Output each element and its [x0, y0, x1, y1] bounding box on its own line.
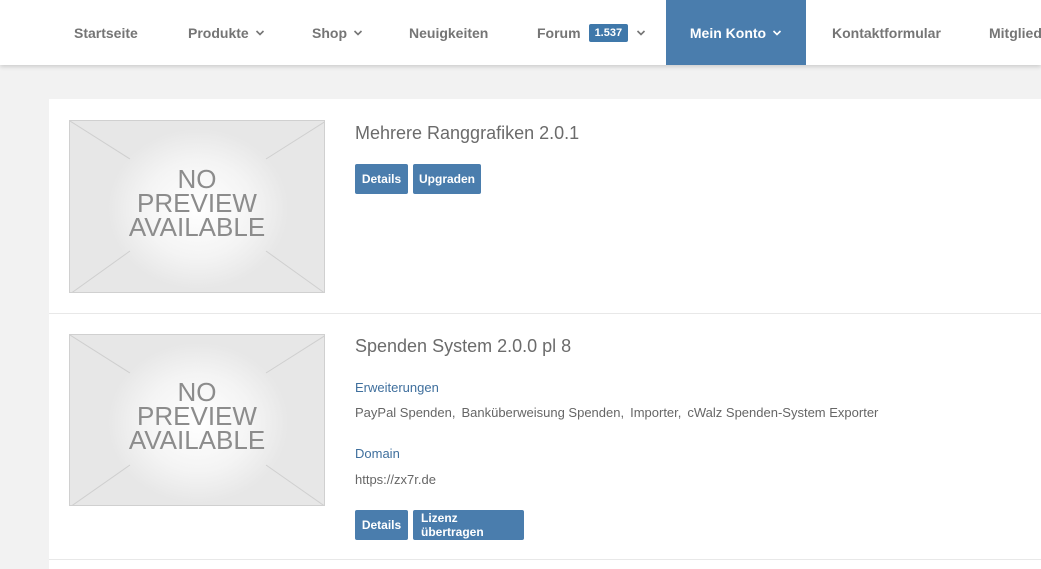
nav-label: Neuigkeiten: [409, 24, 489, 41]
extensions-list: PayPal Spenden, Banküberweisung Spenden, I…: [355, 405, 884, 420]
upgrade-button[interactable]: Upgraden: [413, 164, 481, 194]
nav-label: Kontaktformular: [832, 24, 941, 41]
nav-label: Startseite: [74, 24, 138, 41]
extension-item: Importer,: [630, 405, 682, 420]
product-title: Mehrere Ranggrafiken 2.0.1: [355, 123, 580, 143]
details-button[interactable]: Details: [355, 164, 408, 194]
extension-item: Banküberweisung Spenden,: [461, 405, 625, 420]
preview-text-line: AVAILABLE: [128, 212, 266, 242]
nav-item-neuigkeiten[interactable]: Neuigkeiten: [409, 0, 488, 65]
top-navigation: Startseite Produkte Shop Neuigkeiten For…: [0, 0, 1041, 65]
nav-label: Forum: [537, 24, 581, 41]
chevron-down-icon: [255, 29, 264, 36]
nav-item-shop[interactable]: Shop: [312, 0, 363, 65]
nav-item-kontaktformular[interactable]: Kontaktformular: [832, 0, 941, 65]
nav-label: Shop: [312, 24, 347, 41]
nav-item-produkte[interactable]: Produkte: [188, 0, 265, 65]
product-title: Spenden System 2.0.0 pl 8: [355, 336, 572, 356]
product-preview-image: NO PREVIEW AVAILABLE: [69, 334, 325, 506]
chevron-down-icon: [353, 29, 363, 36]
nav-item-startseite[interactable]: Startseite: [74, 0, 138, 65]
nav-item-mein-konto[interactable]: Mein Konto: [666, 0, 806, 65]
row-divider: [49, 559, 1041, 560]
row-divider: [49, 313, 1041, 314]
nav-item-mitglieder[interactable]: Mitglied: [989, 0, 1041, 65]
nav-label: Mitglied: [989, 24, 1041, 41]
chevron-down-icon: [637, 29, 646, 36]
extension-item: PayPal Spenden,: [355, 405, 456, 420]
extension-item: cWalz Spenden-System Exporter: [687, 405, 879, 420]
product-preview-image: NO PREVIEW AVAILABLE: [69, 120, 325, 293]
details-button[interactable]: Details: [355, 510, 408, 540]
nav-label: Produkte: [188, 24, 249, 41]
extensions-label: Erweiterungen: [355, 380, 439, 395]
domain-label: Domain: [355, 446, 400, 461]
nav-item-forum[interactable]: Forum 1.537: [537, 0, 646, 65]
preview-text-line: AVAILABLE: [128, 425, 266, 455]
chevron-down-icon: [773, 29, 782, 36]
nav-label: Mein Konto: [689, 24, 767, 41]
transfer-license-button[interactable]: Lizenz übertragen: [413, 510, 524, 540]
domain-value: https://zx7r.de: [355, 472, 436, 487]
forum-count-badge: 1.537: [588, 23, 629, 42]
